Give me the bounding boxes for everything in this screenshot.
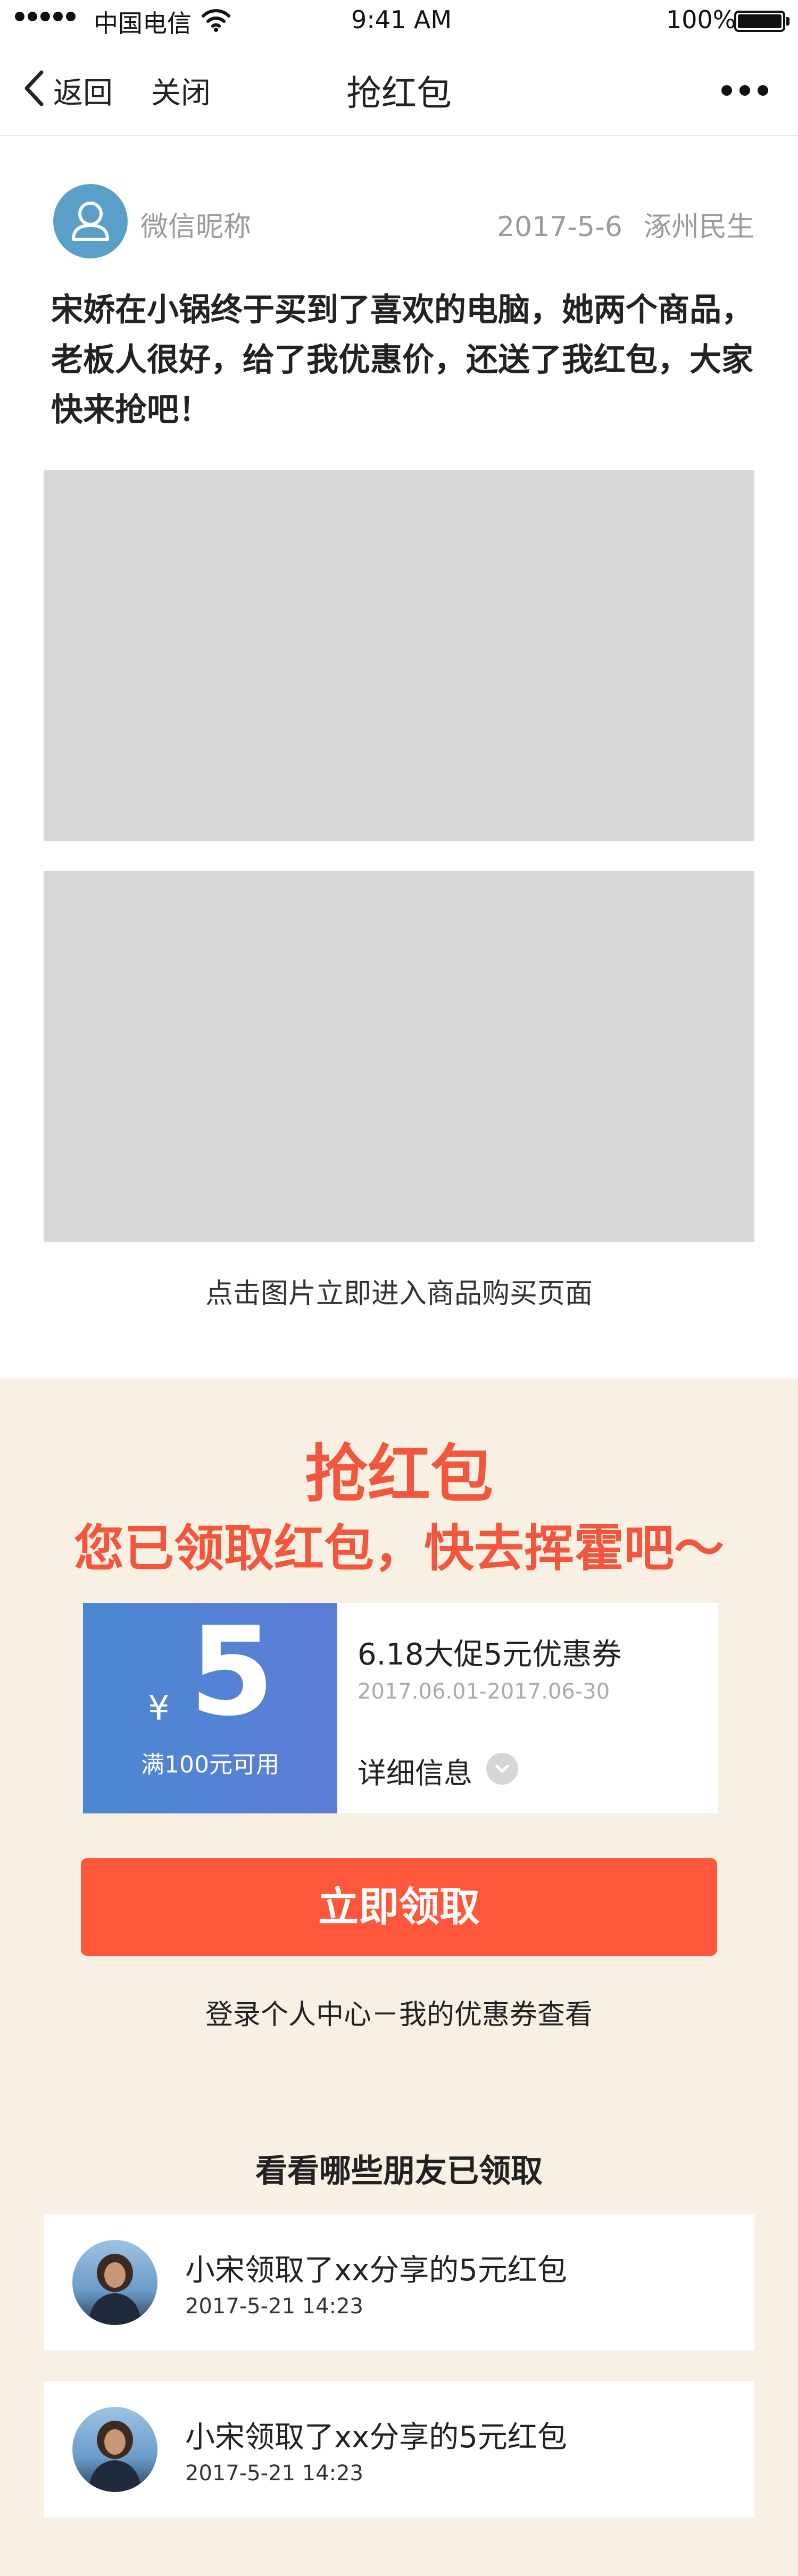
nav-bar: 返回 关闭 抢红包 [0, 43, 798, 136]
status-bar: 中国电信 9:41 AM 100% [0, 0, 798, 43]
promo-title: 抢红包 [304, 1437, 493, 1511]
product-image[interactable] [44, 871, 754, 1242]
coupon-detail-link[interactable]: 详细信息 [358, 1750, 472, 1792]
image-tip: 点击图片立即进入商品购买页面 [205, 1278, 593, 1310]
wifi-icon [202, 9, 230, 32]
post-date: 2017-5-6 [496, 211, 622, 243]
more-dots-icon[interactable] [721, 85, 768, 96]
battery-percent: 100% [666, 5, 736, 34]
avatar [72, 2407, 157, 2492]
coupon-name: 6.18大促5元优惠券 [358, 1637, 622, 1672]
promo-subtitle: 您已领取红包，快去挥霍吧～ [73, 1520, 724, 1578]
login-tip: 登录个人中心－我的优惠券查看 [205, 1999, 593, 2031]
coupon-amount: 5 [189, 1601, 275, 1743]
coupon-condition: 满100元可用 [141, 1751, 279, 1778]
post-text: 宋娇在小锅终于买到了喜欢的电脑，她两个商品，老板人很好，给了我优惠价，还送了我红… [51, 291, 753, 429]
page-title: 抢红包 [346, 73, 452, 114]
coupon-period: 2017.06.01-2017.06-30 [358, 1679, 610, 1704]
back-button[interactable]: 返回 [53, 69, 113, 112]
chevron-down-icon[interactable] [486, 1753, 518, 1785]
clock: 9:41 AM [351, 5, 452, 34]
battery-tip [786, 17, 789, 26]
post-meta: 2017-5-6 涿州民生 [497, 204, 754, 244]
friend-claim-text: 小宋领取了xx分享的5元红包 [185, 2253, 567, 2288]
friend-claim-text: 小宋领取了xx分享的5元红包 [185, 2420, 567, 2455]
avatar [72, 2240, 157, 2325]
product-image[interactable] [44, 470, 754, 841]
signal-icon [15, 12, 76, 21]
user-icon [72, 202, 109, 241]
close-button[interactable]: 关闭 [151, 69, 211, 112]
coupon-currency: ¥ [148, 1689, 170, 1728]
post-location: 涿州民生 [643, 211, 754, 243]
nickname: 微信昵称 [140, 211, 252, 243]
carrier-name: 中国电信 [94, 9, 192, 38]
back-chevron-icon[interactable] [21, 69, 47, 107]
friend-claim-time: 2017-5-21 14:23 [185, 2461, 363, 2486]
friends-section-title: 看看哪些朋友已领取 [255, 2153, 543, 2190]
claim-button[interactable]: 立即领取 [81, 1858, 717, 1956]
friend-claim-time: 2017-5-21 14:23 [185, 2294, 363, 2319]
battery-icon [734, 11, 785, 32]
user-avatar[interactable] [53, 184, 128, 258]
